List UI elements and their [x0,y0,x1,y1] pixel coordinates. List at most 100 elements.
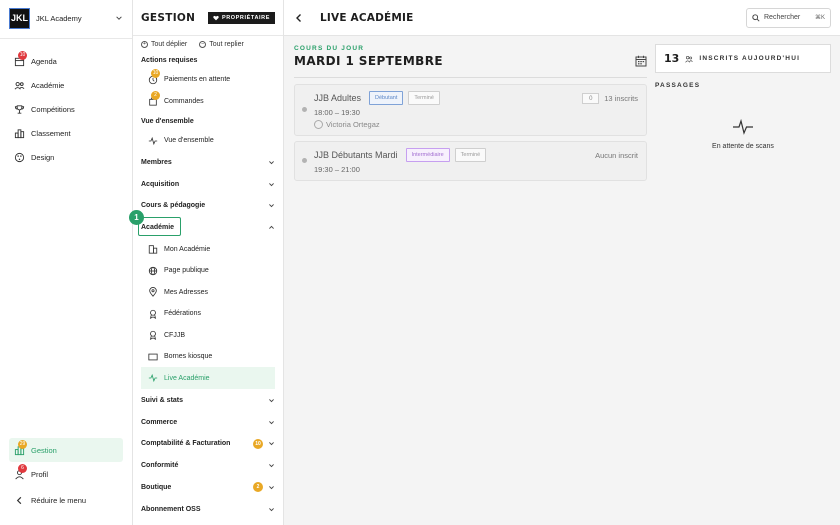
nav-item-classement[interactable]: Classement [0,121,132,145]
gestion-panel: GESTION PROPRIÉTAIRE + Tout déplier – Tout… [129,0,284,525]
medal-icon [147,308,158,319]
nav-item-label: Gestion [31,445,57,455]
chevron-left-icon [14,495,25,506]
group-commerce[interactable]: Commerce [133,411,283,433]
nav-item-profil[interactable]: 6 Profil [0,462,132,486]
row-federations[interactable]: Fédérations [133,303,283,325]
chevron-down-icon [269,442,274,446]
collapse-menu-button[interactable]: Réduire le menu [0,488,132,512]
row-label: Vue d'ensemble [164,137,214,145]
current-date: MARDI 1 SEPTEMBRE [294,54,443,68]
nav-item-label: Profil [31,469,49,479]
waiting-text: En attente de scans [712,143,774,150]
course-time: 19:30 – 21:00 [314,165,360,174]
row-vue-ensemble[interactable]: Vue d'ensemble [133,130,283,152]
back-arrow-icon[interactable] [294,13,304,23]
calendar-icon[interactable] [635,55,647,67]
nav-item-label: Académie [31,80,65,90]
row-cfjjb[interactable]: CFJJB [133,324,283,346]
collapse-all-label: Tout replier [209,40,244,48]
nav-item-agenda[interactable]: 10 Agenda [0,49,132,73]
row-label: Fédérations [164,310,201,317]
section-heading: Vue d'ensemble [141,117,194,125]
level-tag: Intermédiaire [405,148,450,162]
divider [294,77,647,78]
highlight-box [138,216,181,236]
users-icon [685,55,694,63]
chevron-down-icon [269,507,274,511]
course-card[interactable]: JJB Débutants Mardi Intermédiaire Termin… [294,141,647,181]
row-commandes[interactable]: 2 Commandes [133,90,283,113]
nav-item-label: Compétitions [31,104,75,114]
nav-item-academie[interactable]: Académie [0,73,132,97]
nav-item-design[interactable]: Design [0,145,132,169]
row-label: Mes Adresses [164,288,208,296]
collapse-all-button[interactable]: – Tout replier [199,40,244,48]
course-name: JJB Adultes [314,93,362,103]
gestion-badge: 29 [18,439,27,449]
group-boutique[interactable]: Boutique 2 [133,477,283,499]
status-dot [302,107,307,112]
row-mon-academie[interactable]: Mon Académie [133,238,283,260]
course-card[interactable]: JJB Adultes Débutant Terminé 0 13 inscri… [294,84,647,136]
search-icon [752,13,760,22]
nav-item-competitions[interactable]: Compétitions [0,97,132,121]
search-label: Rechercher [764,14,801,21]
row-mes-adresses[interactable]: Mes Adresses [133,281,283,303]
attendance-count: 0 [582,92,600,104]
search-button[interactable]: Rechercher ⌘K [746,7,831,28]
expand-icon: + [141,40,148,48]
group-label: Commerce [141,418,178,426]
activity-icon [147,373,158,384]
expand-all-button[interactable]: + Tout déplier [141,40,187,48]
courses-column: COURS DU JOUR MARDI 1 SEPTEMBRE JJB Adul… [294,44,647,186]
group-cours-pedagogie[interactable]: Cours & pédagogie [133,195,283,217]
profil-badge: 6 [18,463,27,473]
nav-item-label: Agenda [31,56,57,66]
chevron-down-icon [269,464,274,468]
monitor-icon [147,351,158,362]
course-time: 18:00 – 19:30 [314,108,360,117]
count-badge: 2 [253,482,263,493]
trophy-icon [14,104,25,115]
gestion-title: GESTION [141,11,196,24]
row-bornes-kiosque[interactable]: Bornes kiosque [133,346,283,368]
group-label: Comptabilité & Facturation [141,440,231,448]
course-name: JJB Débutants Mardi [314,150,398,160]
passages-heading: PASSAGES [655,82,701,89]
row-paiements-en-attente[interactable]: 10 Paiements en attente [133,69,283,91]
chevron-down-icon [269,485,274,490]
group-label: Suivi & stats [141,397,184,405]
group-academie[interactable]: 1 Académie [129,209,283,239]
wallet-icon: 10 [147,69,160,85]
group-suivi-stats[interactable]: Suivi & stats [133,390,283,412]
passages-column: 13 INSCRITS AUJOURD'HUI PASSAGES En atte… [655,44,831,186]
chevron-down-icon [116,16,122,20]
heart-icon [213,15,219,20]
ranking-icon [14,128,25,139]
row-page-publique[interactable]: Page publique [133,260,283,282]
group-acquisition[interactable]: Acquisition [133,173,283,195]
main-sidebar: JKL JKL Academy 10 Agenda Académie Compé… [0,0,133,525]
nav-item-gestion[interactable]: 29 Gestion [9,438,123,462]
row-label: Mon Académie [164,245,211,253]
group-label: Conformité [141,462,179,470]
coach-avatar [314,120,323,129]
chevron-down-icon [269,420,274,424]
row-live-academie[interactable]: Live Académie [141,367,275,389]
chevron-down-icon [269,204,274,208]
today-label: INSCRITS AUJOURD'HUI [699,55,801,62]
group-abonnement-oss[interactable]: Abonnement OSS [133,498,283,520]
brand-switcher[interactable]: JKL JKL Academy [0,0,132,36]
row-label: Paiements en attente [164,76,231,84]
group-comptabilite[interactable]: Comptabilité & Facturation 10 [133,433,283,455]
group-conformite[interactable]: Conformité [133,455,283,477]
step-marker: 1 [129,209,144,225]
section-eyebrow: COURS DU JOUR [294,45,365,52]
section-heading: Actions requises [141,56,198,64]
group-membres[interactable]: Membres [133,152,283,174]
search-shortcut: ⌘K [814,15,825,21]
map-pin-icon [147,287,158,298]
user-icon: 6 [14,463,27,480]
group-label: Boutique [141,483,172,491]
